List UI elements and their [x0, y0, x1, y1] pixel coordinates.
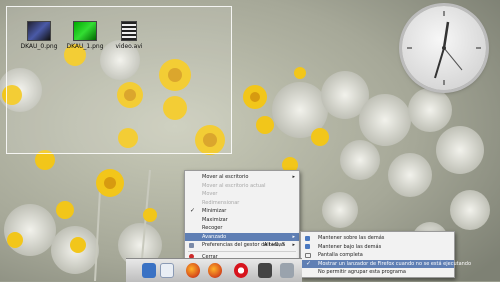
menu-item-label: Maximizar — [202, 216, 228, 223]
image-file-icon — [73, 21, 97, 41]
folder-view-widget[interactable]: DKAU_0.png DKAU_1.png video.avi — [6, 6, 232, 154]
taskbar — [126, 258, 302, 282]
menu-item-resize[interactable]: Redimensionar — [185, 199, 299, 208]
window-context-menu: Mover al escritorio ▸ Mover al escritori… — [184, 170, 300, 262]
desktop-icon-dkau-0[interactable]: DKAU_0.png — [13, 21, 65, 50]
menu-item-label: Mover al escritorio — [202, 174, 249, 180]
submenu-item-keep-below[interactable]: Mantener bajo las demás — [301, 243, 454, 252]
menu-item-maximize[interactable]: Maximizar — [185, 216, 299, 225]
menu-item-label: Mover — [202, 191, 218, 197]
menu-item-move[interactable]: Mover — [185, 190, 299, 199]
menu-item-label: Mover al escritorio actual — [202, 182, 266, 189]
file-manager-icon[interactable] — [142, 263, 156, 278]
menu-item-minimize[interactable]: ✓ Minimizar — [185, 207, 299, 216]
down-icon — [305, 244, 310, 250]
desktop-icon-label: video.avi — [115, 43, 143, 50]
submenu-item-fullscreen[interactable]: Pantalla completa — [301, 251, 454, 260]
settings-icon — [189, 242, 194, 248]
up-icon — [305, 235, 310, 241]
menu-item-label: Recoger — [202, 225, 223, 231]
system-settings-icon[interactable] — [280, 263, 294, 278]
menu-item-shortcut: Alt+D, S — [263, 242, 285, 248]
submenu-arrow-icon: ▸ — [292, 242, 295, 248]
clock-face-icon — [407, 11, 481, 85]
menu-item-shade[interactable]: Recoger — [185, 224, 299, 233]
menu-item-label: Redimensionar — [202, 199, 240, 206]
analog-clock-widget[interactable] — [402, 6, 486, 90]
checkmark-icon: ✓ — [190, 207, 196, 214]
terminal-icon[interactable] — [258, 263, 272, 278]
opera-icon[interactable] — [234, 263, 248, 278]
firefox-icon[interactable] — [186, 263, 200, 278]
menu-item-label: Mantener bajo las demás — [318, 243, 382, 250]
submenu-item-keep-above[interactable]: Mantener sobre las demás — [301, 234, 454, 243]
submenu-item-show-launcher[interactable]: ✓ Mostrar un lanzador de Firefox cuando … — [301, 259, 471, 268]
menu-item-label: Mostrar un lanzador de Firefox cuando no… — [318, 260, 472, 267]
menu-separator — [188, 250, 296, 252]
video-file-icon — [121, 21, 137, 41]
desktop-icon-label: DKAU_0.png — [20, 43, 58, 50]
menu-item-task-manager-settings[interactable]: Preferencias del gestor de tareas Alt+D,… — [185, 241, 299, 250]
menu-item-label: No permitir agrupar esta programa — [318, 269, 406, 275]
checkmark-icon: ✓ — [306, 259, 312, 267]
menu-item-label: Pantalla completa — [318, 252, 363, 258]
desktop-icon-video[interactable]: video.avi — [103, 21, 155, 50]
submenu-arrow-icon: ▸ — [292, 233, 295, 240]
advanced-submenu: Mantener sobre las demás Mantener bajo l… — [300, 231, 471, 278]
menu-item-label: Minimizar — [202, 208, 227, 214]
menu-item-advanced[interactable]: Avanzado ▸ — [185, 232, 299, 241]
menu-item-move-to-current-desktop[interactable]: Mover al escritorio actual — [185, 182, 299, 191]
firefox-icon[interactable] — [208, 263, 222, 278]
fullscreen-icon — [305, 252, 311, 258]
submenu-arrow-icon: ▸ — [292, 174, 295, 180]
image-file-icon — [27, 21, 51, 41]
menu-item-label: Mantener sobre las demás — [318, 235, 385, 241]
document-icon[interactable] — [160, 263, 174, 278]
submenu-item-no-grouping[interactable]: No permitir agrupar esta programa — [301, 268, 454, 277]
menu-item-move-to-desktop[interactable]: Mover al escritorio ▸ — [185, 173, 299, 182]
menu-item-label: Avanzado — [202, 233, 227, 240]
